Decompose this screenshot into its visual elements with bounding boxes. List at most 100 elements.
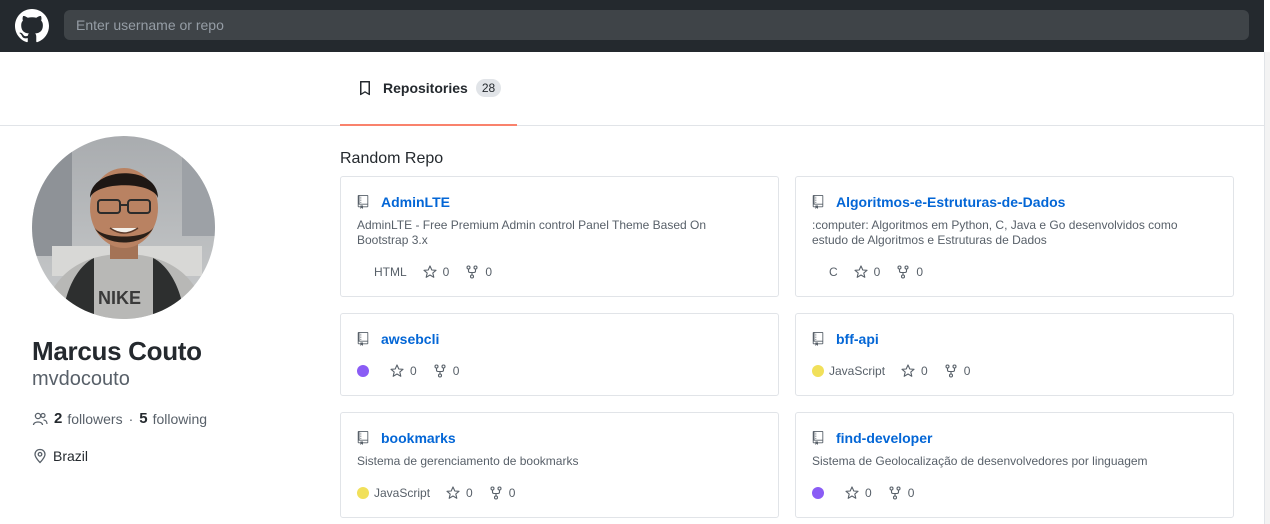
repo-description: :computer: Algoritmos em Python, C, Java…	[812, 218, 1178, 247]
star-count: 0	[442, 265, 450, 279]
repo-card[interactable]: bookmarks Sistema de gerenciamento de boo…	[340, 412, 779, 518]
repo-name-link[interactable]: Algoritmos-e-Estruturas-de-Dados	[836, 194, 1065, 210]
repo-stars[interactable]: 0	[845, 486, 872, 500]
repo-forks[interactable]: 0	[433, 364, 460, 378]
fork-icon	[889, 486, 901, 500]
github-logo-icon[interactable]	[15, 9, 49, 43]
repo-language: JavaScript	[374, 486, 431, 500]
repo-forks[interactable]: 0	[465, 265, 492, 279]
repo-card[interactable]: AdminLTE AdminLTE - Free Premium Admin co…	[340, 176, 779, 297]
repo-name-link[interactable]: awsebcli	[381, 331, 439, 347]
repo-stars[interactable]: 0	[423, 265, 450, 279]
repo-title-row: bookmarks	[357, 430, 762, 446]
people-icon	[32, 412, 48, 425]
followers-count[interactable]: 2	[54, 410, 62, 427]
location-text: Brazil	[53, 448, 89, 464]
repo-meta: 00	[812, 486, 930, 500]
repo-forks[interactable]: 0	[489, 486, 516, 500]
fork-count: 0	[907, 486, 915, 500]
repo-card[interactable]: awsebcli 0 0	[340, 313, 779, 396]
language-color-dot	[812, 487, 824, 499]
star-icon	[446, 486, 460, 499]
repo-name-link[interactable]: bookmarks	[381, 430, 456, 446]
fork-count: 0	[485, 265, 493, 279]
profile-location: Brazil	[32, 448, 88, 464]
repo-count-badge: 28	[475, 79, 502, 97]
star-count: 0	[466, 486, 473, 500]
language-color-dot	[812, 365, 824, 377]
repo-icon	[812, 431, 824, 445]
repo-icon	[360, 81, 370, 96]
repo-language: HTML	[374, 265, 407, 279]
star-icon	[901, 364, 915, 377]
language-color-dot	[357, 365, 369, 377]
repo-icon	[812, 195, 824, 209]
star-icon	[845, 486, 859, 499]
separator: ·	[128, 410, 134, 427]
star-icon	[390, 364, 404, 377]
fork-count: 0	[508, 486, 516, 500]
repo-title-row: awsebcli	[357, 331, 762, 347]
follow-stats: 2 followers · 5 following	[32, 410, 207, 427]
repo-meta: 00	[357, 364, 475, 378]
fork-count: 0	[452, 364, 460, 378]
fork-icon	[897, 265, 909, 279]
repo-icon	[357, 332, 369, 346]
repo-forks[interactable]: 0	[896, 265, 923, 279]
profile-username: mvdocouto	[32, 368, 130, 390]
section-title: Random Repo	[340, 150, 444, 167]
repo-description: Sistema de Geolocalização de desenvolved…	[812, 454, 1148, 468]
fork-icon	[945, 364, 957, 378]
language-color-dot	[357, 487, 369, 499]
fork-count: 0	[916, 265, 924, 279]
repo-meta: HTML 0 0	[374, 265, 508, 279]
repo-icon	[357, 431, 369, 445]
repo-meta: JavaScript 0 0	[357, 486, 531, 500]
fork-icon	[490, 486, 502, 500]
tab-repositories[interactable]: Repositories 28	[340, 52, 517, 126]
star-count: 0	[410, 364, 417, 378]
repo-stars[interactable]: 0	[390, 364, 417, 378]
repo-description: AdminLTE - Free Premium Admin control Pa…	[357, 218, 707, 247]
fork-icon	[434, 364, 446, 378]
search-box	[64, 10, 1249, 40]
star-icon	[423, 265, 437, 278]
repo-name-link[interactable]: find-developer	[836, 430, 932, 446]
profile-full-name: Marcus Couto	[32, 336, 202, 366]
repo-stars[interactable]: 0	[854, 265, 881, 279]
fork-count: 0	[963, 364, 971, 378]
repo-card[interactable]: find-developer Sistema de Geolocalização …	[795, 412, 1234, 518]
scrollbar[interactable]	[1264, 52, 1270, 524]
top-header	[0, 0, 1264, 52]
repo-stars[interactable]: 0	[446, 486, 473, 500]
svg-text:NIKE: NIKE	[98, 288, 141, 308]
following-label[interactable]: following	[153, 411, 207, 427]
tab-label: Repositories	[383, 80, 468, 96]
followers-label[interactable]: followers	[67, 411, 122, 427]
repo-name-link[interactable]: AdminLTE	[381, 194, 450, 210]
star-count: 0	[873, 265, 881, 279]
repo-icon	[812, 332, 824, 346]
star-icon	[854, 265, 868, 278]
repo-forks[interactable]: 0	[888, 486, 915, 500]
repo-title-row: find-developer	[812, 430, 1217, 446]
repo-language: C	[829, 265, 838, 279]
repo-card[interactable]: bff-api JavaScript 0 0	[795, 313, 1234, 396]
repo-name-link[interactable]: bff-api	[836, 331, 879, 347]
search-input[interactable]	[64, 10, 1249, 40]
repo-card[interactable]: Algoritmos-e-Estruturas-de-Dados :compute…	[795, 176, 1234, 297]
repo-meta: C 0 0	[829, 265, 939, 279]
repo-title-row: Algoritmos-e-Estruturas-de-Dados	[812, 194, 1217, 210]
location-pin-icon	[34, 448, 46, 464]
avatar: NIKE	[32, 136, 215, 319]
repo-description: Sistema de gerenciamento de bookmarks	[357, 454, 579, 468]
repo-icon	[357, 195, 369, 209]
repo-title-row: AdminLTE	[357, 194, 762, 210]
repo-stars[interactable]: 0	[901, 364, 928, 378]
repo-title-row: bff-api	[812, 331, 1217, 347]
following-count[interactable]: 5	[139, 410, 147, 427]
star-count: 0	[921, 364, 928, 378]
repo-meta: JavaScript 0 0	[812, 364, 986, 378]
fork-icon	[466, 265, 478, 279]
repo-forks[interactable]: 0	[944, 364, 971, 378]
